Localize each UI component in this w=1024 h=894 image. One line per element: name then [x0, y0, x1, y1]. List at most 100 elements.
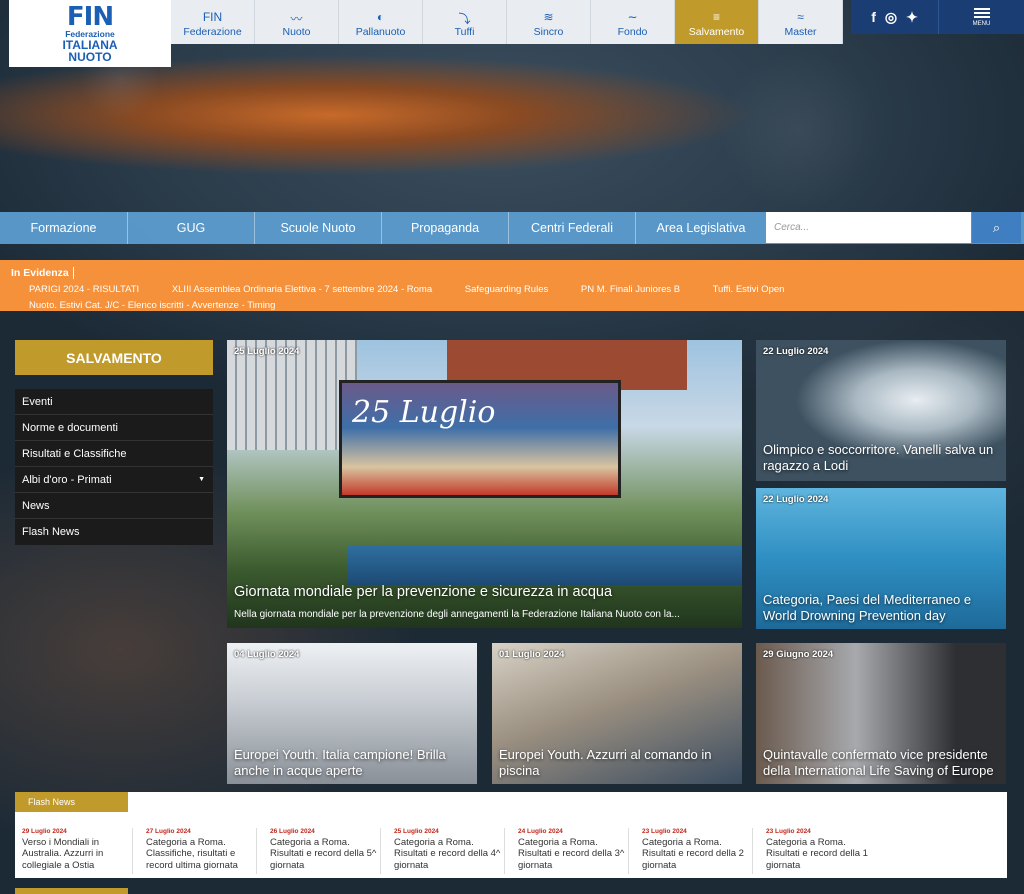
flash-news-date: 24 Luglio 2024 — [518, 828, 563, 835]
flash-news-item[interactable]: 29 Luglio 2024 Verso i Mondiali in Austra… — [15, 828, 133, 874]
sidebar-item-eventi[interactable]: Eventi — [15, 389, 213, 415]
subnav-centri-federali[interactable]: Centri Federali — [509, 212, 636, 244]
sidebar-item-albi[interactable]: Albi d'oro - Primati ▼ — [15, 467, 213, 493]
evidenza-link[interactable]: Tuffi. Estivi Open — [713, 284, 785, 295]
sidebar-item-flash-news[interactable]: Flash News — [15, 519, 213, 545]
nuoto-icon: 〰 — [290, 12, 303, 26]
twitter-icon[interactable]: ✦ — [906, 9, 918, 26]
nav-item-label: Tuffi — [454, 26, 475, 38]
nav-item-label: Nuoto — [282, 26, 311, 38]
flash-news-date: 25 Luglio 2024 — [394, 828, 439, 835]
card-title: Giornata mondiale per la prevenzione e s… — [234, 584, 613, 600]
fondo-icon: ∼ — [627, 10, 638, 24]
nav-item-fondo[interactable]: ∼ Fondo — [591, 0, 675, 44]
sidebar-item-news[interactable]: News — [15, 493, 213, 519]
flash-news-text: Categoria a Roma. Risultati e record del… — [766, 837, 868, 871]
nav-item-label: Federazione — [183, 26, 242, 38]
flash-news-item[interactable]: 23 Luglio 2024 Categoria a Roma. Risultat… — [635, 828, 753, 874]
evidenza-link[interactable]: XLIII Assemblea Ordinaria Elettiva - 7 s… — [172, 284, 432, 295]
fin-icon: FIN — [202, 10, 223, 24]
menu-button[interactable]: MENU — [938, 0, 1024, 34]
flash-news-item[interactable]: 27 Luglio 2024 Categoria a Roma. Classifi… — [139, 828, 257, 874]
master-icon: ≈ — [797, 10, 804, 24]
card-date: 22 Luglio 2024 — [763, 346, 829, 357]
news-card-main[interactable]: 25 Luglio 25 Luglio 2024 Giornata mondia… — [227, 340, 742, 628]
logo-fin-text: FIN — [66, 2, 114, 33]
card-title: Olimpico e soccorritore. Vanelli salva u… — [763, 442, 994, 474]
news-card-bottom-3[interactable]: 29 Giugno 2024 Quintavalle confermato vi… — [756, 643, 1006, 784]
news-card-right-1[interactable]: 22 Luglio 2024 Olimpico e soccorritore. … — [756, 340, 1006, 481]
nav-item-pallanuoto[interactable]: ◐ Pallanuoto — [339, 0, 423, 44]
search-input[interactable] — [766, 212, 971, 243]
evidenza-link[interactable]: PARIGI 2024 - RISULTATI — [29, 284, 139, 295]
next-section-tab — [15, 888, 128, 894]
nav-item-label: Salvamento — [688, 26, 745, 38]
fin-logo[interactable]: FIN Federazione ITALIANA NUOTO — [9, 0, 171, 67]
nav-item-nuoto[interactable]: 〰 Nuoto — [255, 0, 339, 44]
sidebar-item-label: Flash News — [22, 526, 80, 538]
flash-news-text: Categoria a Roma. Risultati e record del… — [642, 837, 744, 871]
flash-news-text: Categoria a Roma. Risultati e record del… — [394, 837, 501, 871]
nav-item-master[interactable]: ≈ Master — [759, 0, 843, 44]
subnav-area-legislativa[interactable]: Area Legislativa — [636, 212, 766, 244]
sincro-icon: ≋ — [543, 10, 554, 24]
card-title: Categoria, Paesi del Mediterraneo e Worl… — [763, 592, 972, 624]
discipline-nav: FIN Federazione 〰 Nuoto ◐ Pallanuoto ⤵ Tuffi… — [171, 0, 843, 44]
flash-news-date: 23 Luglio 2024 — [766, 828, 811, 835]
logo-nuoto-text: NUOTO — [68, 49, 112, 64]
flash-news-title: Flash News — [15, 792, 128, 812]
tuffi-icon: ⤵ — [458, 12, 471, 26]
logo-italiana-text: ITALIANA — [62, 37, 118, 52]
nav-item-label: Pallanuoto — [355, 26, 406, 38]
sidebar-title: SALVAMENTO — [15, 340, 213, 375]
pallanuoto-icon: ◐ — [376, 10, 385, 24]
nav-item-salvamento[interactable]: ≡ Salvamento — [675, 0, 759, 44]
flash-news-item[interactable]: 26 Luglio 2024 Categoria a Roma. Risultat… — [263, 828, 381, 874]
instagram-icon[interactable]: ◎ — [885, 9, 897, 26]
nav-item-sincro[interactable]: ≋ Sincro — [507, 0, 591, 44]
card-title: Europei Youth. Italia campione! Brilla a… — [234, 747, 446, 779]
facebook-icon[interactable]: f — [871, 9, 876, 25]
search-button[interactable]: ⌕ — [972, 212, 1021, 243]
sidebar-item-label: News — [22, 499, 50, 512]
sidebar-menu: Eventi Norme e documenti Risultati e Cla… — [15, 389, 213, 545]
in-evidenza-bar: In Evidenza PARIGI 2024 - RISULTATI XLII… — [0, 260, 1024, 311]
card-title: Quintavalle confermato vice presidente d… — [763, 747, 994, 779]
subnav-formazione[interactable]: Formazione — [0, 212, 128, 244]
sidebar-item-label: Albi d'oro - Primati — [22, 473, 112, 486]
card-date: 04 Luglio 2024 — [234, 649, 300, 660]
evidenza-link[interactable]: Nuoto. Estivi Cat. J/C - Elenco iscritti… — [29, 300, 1013, 311]
nav-item-federazione[interactable]: FIN Federazione — [171, 0, 255, 44]
sidebar-item-label: Norme e documenti — [22, 421, 118, 434]
salvamento-icon: ≡ — [712, 10, 720, 24]
flash-news-date: 23 Luglio 2024 — [642, 828, 687, 835]
news-card-right-2[interactable]: 22 Luglio 2024 Categoria, Paesi del Medi… — [756, 488, 1006, 629]
card-description: Nella giornata mondiale per la prevenzio… — [234, 609, 680, 620]
subnav-propaganda[interactable]: Propaganda — [382, 212, 509, 244]
sidebar-item-norme[interactable]: Norme e documenti — [15, 415, 213, 441]
banner-text: 25 Luglio — [352, 395, 496, 430]
sidebar-item-label: Eventi — [22, 395, 53, 408]
card-date: 25 Luglio 2024 — [234, 346, 300, 357]
sidebar-item-risultati[interactable]: Risultati e Classifiche — [15, 441, 213, 467]
news-card-bottom-1[interactable]: 04 Luglio 2024 Europei Youth. Italia cam… — [227, 643, 477, 784]
social-links: f ◎ ✦ — [851, 0, 938, 34]
card-date: 29 Giugno 2024 — [763, 649, 834, 660]
nav-item-label: Master — [784, 26, 817, 38]
nav-item-tuffi[interactable]: ⤵ Tuffi — [423, 0, 507, 44]
news-card-bottom-2[interactable]: 01 Luglio 2024 Europei Youth. Azzurri al… — [492, 643, 742, 784]
card-date: 22 Luglio 2024 — [763, 494, 829, 505]
flash-news-text: Categoria a Roma. Classifiche, risultati… — [146, 837, 238, 871]
flash-news-item[interactable]: 25 Luglio 2024 Categoria a Roma. Risultat… — [387, 828, 505, 874]
search-icon: ⌕ — [992, 219, 1001, 235]
subnav-scuole-nuoto[interactable]: Scuole Nuoto — [255, 212, 382, 244]
flash-news-item[interactable]: 24 Luglio 2024 Categoria a Roma. Risultat… — [511, 828, 629, 874]
flash-news-date: 26 Luglio 2024 — [270, 828, 315, 835]
evidenza-link[interactable]: PN M. Finali Juniores B — [581, 284, 680, 295]
flash-news-text: Verso i Mondiali in Australia. Azzurri i… — [22, 837, 104, 871]
nav-item-label: Fondo — [617, 26, 648, 38]
subnav-gug[interactable]: GUG — [128, 212, 255, 244]
flash-news-item[interactable]: 23 Luglio 2024 Categoria a Roma. Risultat… — [759, 828, 877, 874]
evidenza-link[interactable]: Safeguarding Rules — [465, 284, 548, 295]
hamburger-icon — [973, 7, 990, 18]
